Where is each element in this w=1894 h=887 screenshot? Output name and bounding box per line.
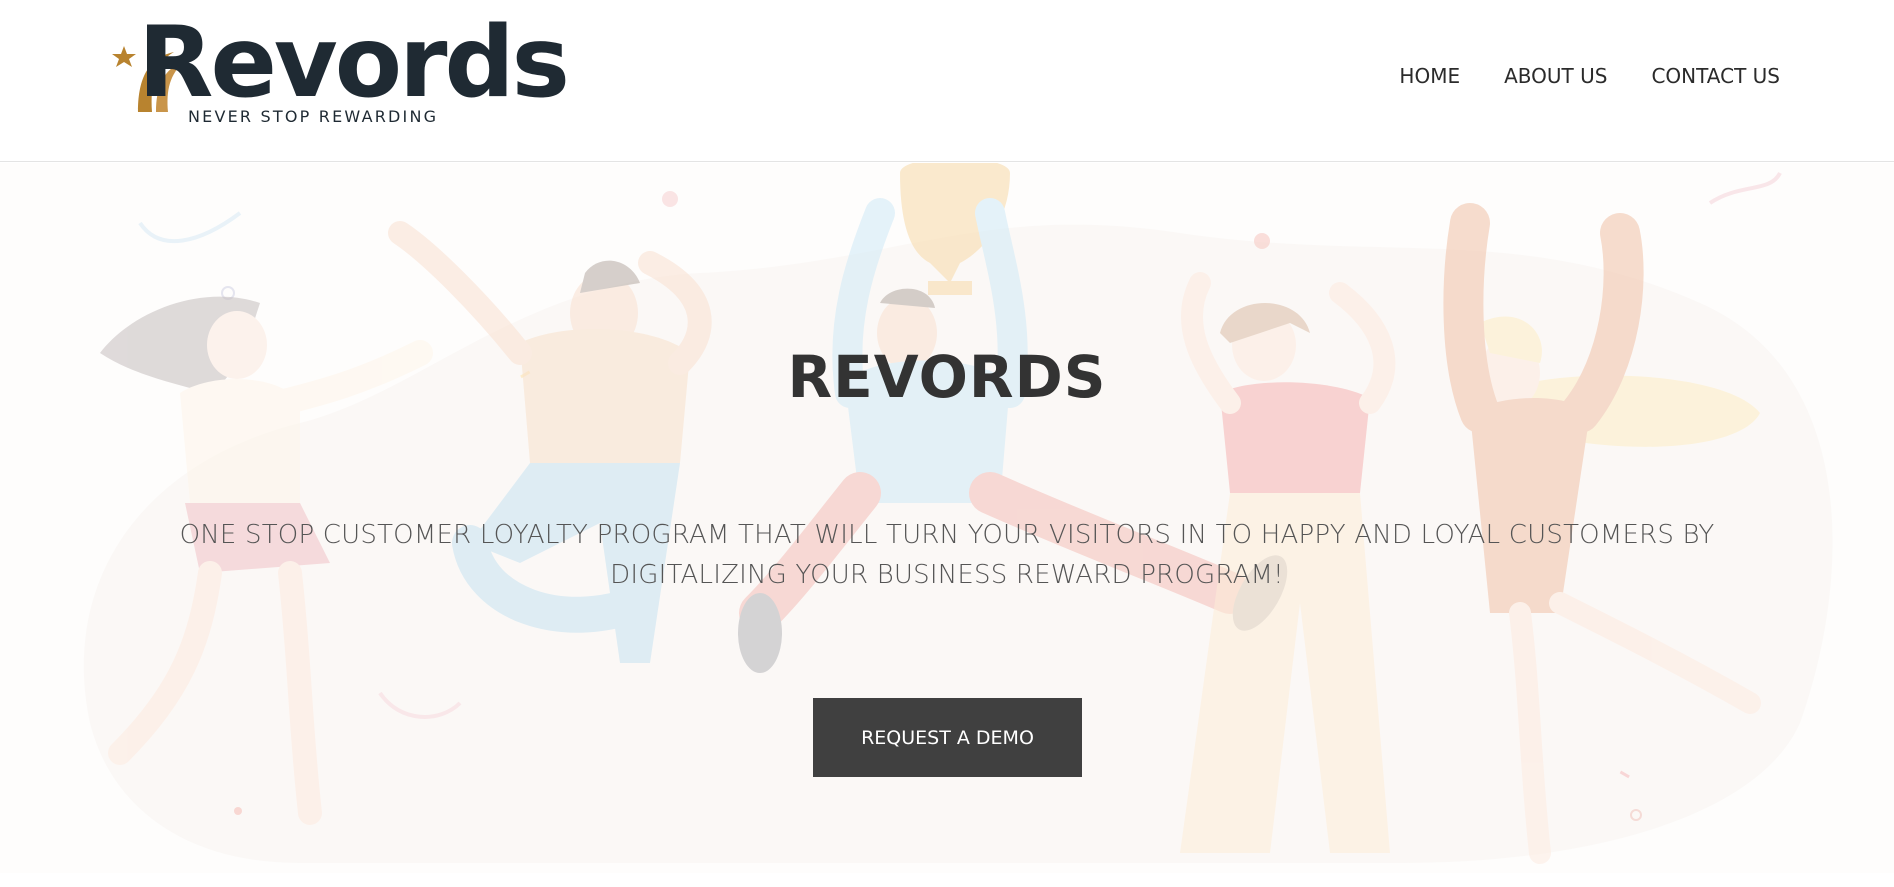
hero-subtitle: ONE STOP CUSTOMER LOYALTY PROGRAM THAT W…	[179, 520, 1715, 590]
revords-logo[interactable]: Revords NEVER STOP REWARDING	[112, 14, 570, 130]
main-nav: HOME ABOUT US CONTACT US	[1399, 64, 1780, 88]
hero-content: REVORDS ONE STOP CUSTOMER LOYALTY PROGRA…	[0, 163, 1894, 873]
logo-wordmark: Revords	[138, 6, 570, 120]
logo-tagline: NEVER STOP REWARDING	[188, 107, 439, 126]
nav-contact-us[interactable]: CONTACT US	[1651, 64, 1780, 88]
site-header: Revords NEVER STOP REWARDING HOME ABOUT …	[0, 0, 1894, 162]
hero-title: REVORDS	[787, 343, 1107, 411]
hero-section: REVORDS ONE STOP CUSTOMER LOYALTY PROGRA…	[0, 163, 1894, 873]
nav-home[interactable]: HOME	[1399, 64, 1460, 88]
nav-about-us[interactable]: ABOUT US	[1504, 64, 1607, 88]
request-demo-button[interactable]: REQUEST A DEMO	[813, 698, 1082, 777]
